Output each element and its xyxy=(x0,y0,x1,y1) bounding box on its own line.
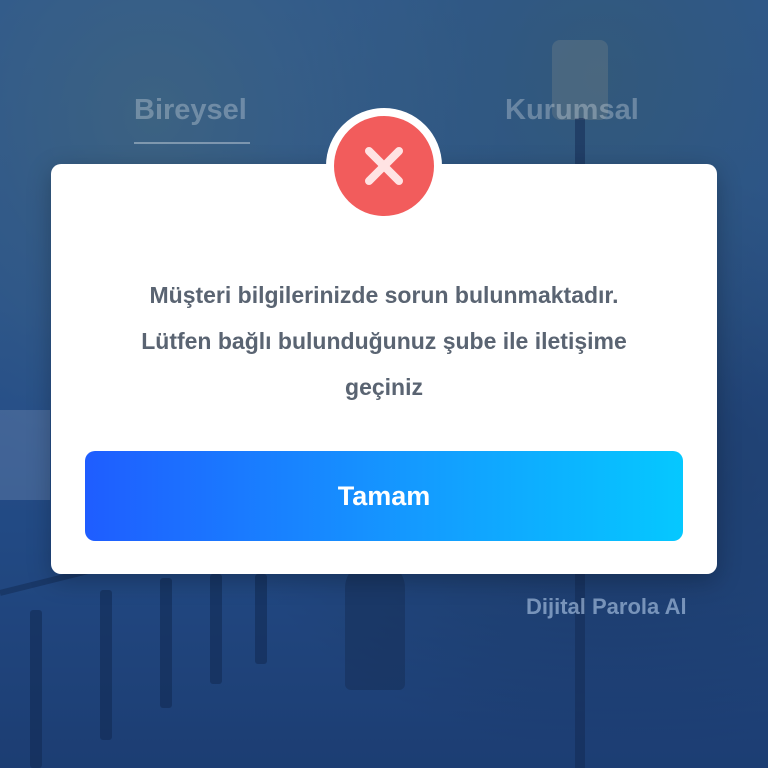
active-tab-underline xyxy=(134,142,250,144)
error-message-line: Müşteri bilgilerinizde sorun bulunmaktad… xyxy=(149,282,619,308)
error-x-icon xyxy=(334,116,434,216)
digital-password-link[interactable]: Dijital Parola Al xyxy=(526,594,687,620)
error-message: Müşteri bilgilerinizde sorun bulunmaktad… xyxy=(86,272,682,410)
error-message-line: Lütfen bağlı bulunduğunuz şube ile ileti… xyxy=(141,328,627,354)
tab-bireysel[interactable]: Bireysel xyxy=(134,94,247,127)
tab-kurumsal[interactable]: Kurumsal xyxy=(505,94,639,127)
ok-button[interactable]: Tamam xyxy=(85,451,683,541)
error-message-line: geçiniz xyxy=(345,374,423,400)
